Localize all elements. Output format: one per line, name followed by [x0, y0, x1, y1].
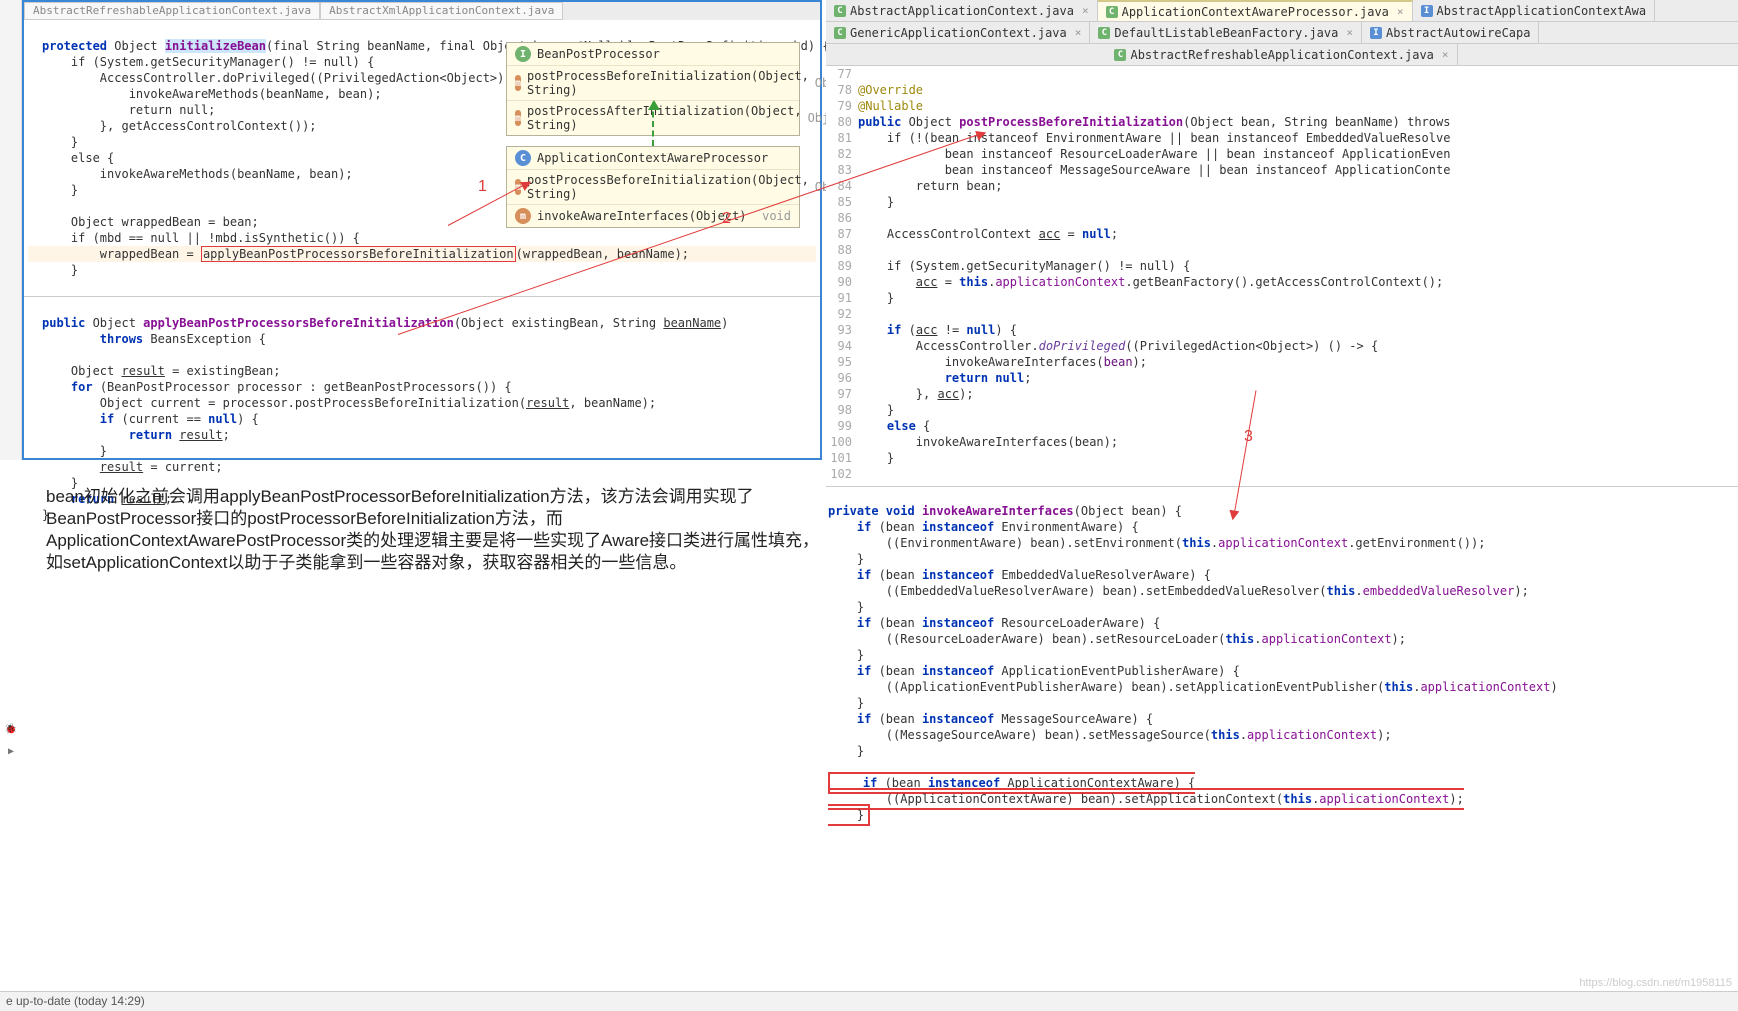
right-tab-row-2: CGenericApplicationContext.java× CDefaul…: [826, 22, 1738, 44]
bug-icon[interactable]: 🐞: [0, 724, 22, 746]
tab-abstract-autowire[interactable]: IAbstractAutowireCapa: [1362, 22, 1540, 44]
close-icon[interactable]: ×: [1397, 5, 1404, 18]
interface-icon: I: [515, 46, 531, 62]
right-editor-pane: CAbstractApplicationContext.java× CAppli…: [826, 0, 1738, 830]
apply-bpp-call[interactable]: applyBeanPostProcessorsBeforeInitializat…: [201, 246, 516, 262]
tab-abstract-app-context[interactable]: CAbstractApplicationContext.java×: [826, 0, 1098, 22]
highlighted-app-context-aware-block: if (bean instanceof ApplicationContextAw…: [828, 772, 1464, 826]
close-icon[interactable]: ×: [1082, 4, 1089, 17]
watermark-text: https://blog.csdn.net/m1958115: [1579, 977, 1732, 989]
right-tab-row-1: CAbstractApplicationContext.java× CAppli…: [826, 0, 1738, 22]
tab-abstract-refreshable[interactable]: CAbstractRefreshableApplicationContext.j…: [1106, 44, 1457, 66]
close-icon[interactable]: ×: [1075, 26, 1082, 39]
line-numbers: 7778798081828384858687888990919293949596…: [826, 66, 858, 482]
status-bar: e up-to-date (today 14:29): [0, 991, 1738, 1011]
left-tab-bar: AbstractRefreshableApplicationContext.ja…: [24, 2, 820, 20]
hierarchy-popup-class: CApplicationContextAwareProcessor mpostP…: [506, 146, 800, 228]
tab-abstract-app-context-awa[interactable]: IAbstractApplicationContextAwa: [1413, 0, 1656, 22]
tab-app-context-aware-processor[interactable]: CApplicationContextAwareProcessor.java×: [1098, 0, 1413, 22]
close-icon[interactable]: ×: [1442, 48, 1449, 61]
run-icon[interactable]: ▶: [0, 746, 22, 768]
explanation-paragraph: bean初始化之前会调用applyBeanPostProcessorBefore…: [46, 486, 836, 574]
tab-generic-app-context[interactable]: CGenericApplicationContext.java×: [826, 22, 1090, 44]
debug-toolbar: 🐞 ▶: [0, 724, 22, 768]
method-icon: m: [515, 110, 521, 126]
tab-abstract-refreshable[interactable]: AbstractRefreshableApplicationContext.ja…: [24, 2, 320, 20]
right-code-upper[interactable]: 7778798081828384858687888990919293949596…: [826, 66, 1738, 482]
left-gutter-tabs: [0, 0, 22, 460]
right-code-lower[interactable]: private void invokeAwareInterfaces(Objec…: [826, 486, 1738, 839]
method-icon: m: [515, 208, 531, 224]
inheritance-arrow-icon: [652, 102, 654, 146]
method-icon: m: [515, 75, 521, 91]
close-icon[interactable]: ×: [1346, 26, 1353, 39]
tab-default-listable[interactable]: CDefaultListableBeanFactory.java×: [1090, 22, 1362, 44]
right-tab-row-3: CAbstractRefreshableApplicationContext.j…: [826, 44, 1738, 66]
annotation-label-1: 1: [478, 178, 487, 196]
class-icon: C: [515, 150, 531, 166]
tab-abstract-xml[interactable]: AbstractXmlApplicationContext.java: [320, 2, 563, 20]
